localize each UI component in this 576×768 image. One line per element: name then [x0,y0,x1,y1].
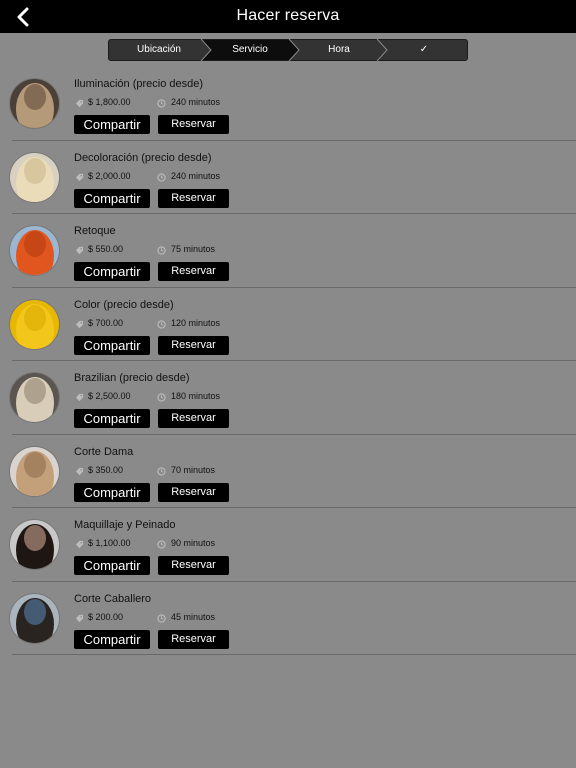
clock-icon [157,246,166,255]
step-separator-icon [376,39,388,61]
book-button[interactable]: Reservar [158,262,229,281]
photo-detail [24,598,46,625]
service-photo [9,298,60,350]
share-button[interactable]: Compartir [74,262,150,281]
price-tag-icon [75,614,84,622]
photo-detail [24,84,46,110]
service-price: $ 2,500.00 [88,391,131,401]
step-service[interactable]: Servicio [201,40,299,60]
book-button[interactable]: Reservar [158,409,229,428]
service-price: $ 200.00 [88,611,124,622]
clock-icon [157,540,166,549]
photo-detail [24,231,46,257]
service-photo [9,225,60,276]
photo-detail [24,304,46,331]
service-row: Corte Caballero $ 200.00 45 minutos Comp… [0,582,576,655]
service-photo [9,592,60,644]
service-name: Iluminación (precio desde) [74,78,204,90]
book-button[interactable]: Reservar [158,629,229,649]
price-tag-icon [75,320,84,328]
service-photo [9,151,60,203]
clock-icon [157,99,166,108]
service-row: Retoque $ 550.00 75 minutos Compartir Re… [0,214,576,288]
book-button[interactable]: Reservar [158,482,229,502]
service-row: Maquillaje y Peinado $ 1,100.00 90 minut… [0,508,576,582]
service-name: Corte Dama [74,445,134,458]
share-button[interactable]: Compartir [74,335,150,355]
service-name: Corte Caballero [74,592,152,605]
service-price: $ 550.00 [88,244,124,254]
service-duration: 70 minutos [171,464,216,475]
clock-icon [157,466,166,476]
row-divider [12,654,576,655]
price-tag-icon [75,540,84,549]
service-duration: 180 minutos [171,391,221,401]
service-row: Color (precio desde) $ 700.00 120 minuto… [0,288,576,361]
service-price: $ 1,800.00 [88,97,131,107]
book-button[interactable]: Reservar [158,335,229,355]
service-photo [9,78,60,129]
service-name: Retoque [74,225,116,237]
photo-detail [24,378,46,404]
page-title: Hacer reserva [236,7,340,24]
step-confirm[interactable]: ✓ [379,40,469,60]
share-button[interactable]: Compartir [74,188,150,208]
clock-icon [157,172,166,182]
share-button[interactable]: Compartir [74,409,150,428]
service-price: $ 2,000.00 [88,170,131,181]
share-button[interactable]: Compartir [74,482,150,502]
price-tag-icon [75,393,84,402]
clock-icon [157,613,166,623]
service-duration: 120 minutos [171,317,221,328]
photo-detail [24,525,46,551]
step-separator-icon [288,39,300,61]
service-list: Iluminación (precio desde) $ 1,800.00 24… [0,67,576,655]
service-price: $ 1,100.00 [88,538,131,548]
service-row: Decoloración (precio desde) $ 2,000.00 2… [0,141,576,214]
booking-steps: Ubicación Servicio Hora ✓ [108,39,468,61]
service-name: Brazilian (precio desde) [74,372,190,384]
book-button[interactable]: Reservar [158,556,229,575]
clock-icon [157,393,166,402]
service-duration: 240 minutos [171,97,221,107]
service-row: Iluminación (precio desde) $ 1,800.00 24… [0,67,576,141]
book-button[interactable]: Reservar [158,188,229,208]
share-button[interactable]: Compartir [74,629,150,649]
photo-detail [24,157,46,184]
photo-detail [24,451,46,478]
service-photo [9,445,60,497]
top-bar: Hacer reserva [0,0,576,33]
service-duration: 75 minutos [171,244,216,254]
service-photo [9,519,60,570]
service-name: Decoloración (precio desde) [74,151,212,164]
price-tag-icon [75,99,84,108]
service-name: Color (precio desde) [74,298,174,311]
step-location[interactable]: Ubicación [109,40,209,60]
share-button[interactable]: Compartir [74,115,150,134]
service-duration: 240 minutos [171,170,221,181]
price-tag-icon [75,173,84,181]
service-price: $ 350.00 [88,464,124,475]
book-button[interactable]: Reservar [158,115,229,134]
service-row: Brazilian (precio desde) $ 2,500.00 180 … [0,361,576,435]
share-button[interactable]: Compartir [74,556,150,575]
service-photo [9,372,60,423]
step-separator-icon [200,39,212,61]
service-duration: 45 minutos [171,611,216,622]
service-duration: 90 minutos [171,538,216,548]
service-row: Corte Dama $ 350.00 70 minutos Compartir… [0,435,576,508]
service-price: $ 700.00 [88,317,124,328]
price-tag-icon [75,467,84,475]
service-name: Maquillaje y Peinado [74,519,176,531]
step-time[interactable]: Hora [289,40,389,60]
price-tag-icon [75,246,84,255]
clock-icon [157,319,166,329]
